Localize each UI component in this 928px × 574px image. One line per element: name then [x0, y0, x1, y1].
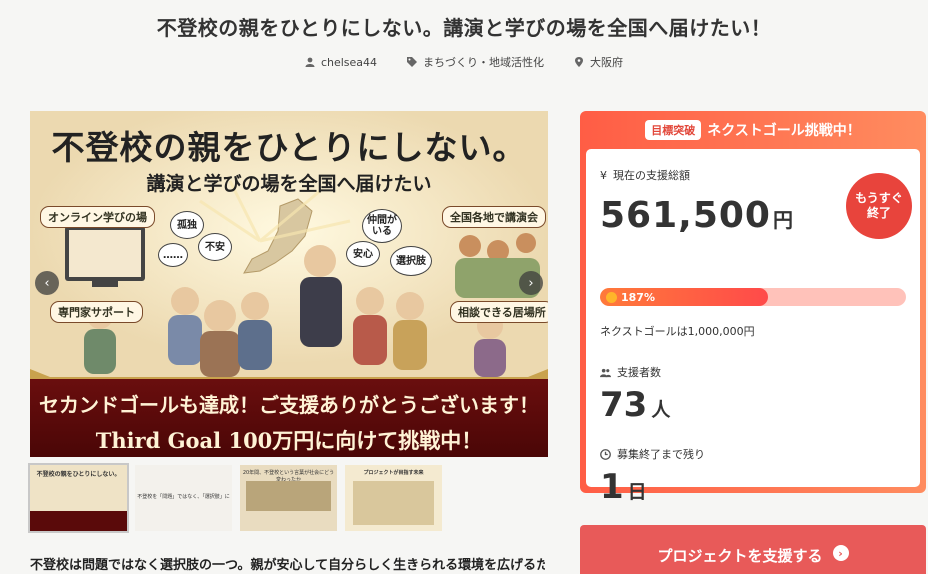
- remaining-label-text: 募集終了まで残り: [617, 448, 705, 461]
- ending-soon-line1: もうすぐ: [855, 191, 903, 205]
- total-amount-unit: 円: [772, 208, 794, 232]
- author-link[interactable]: chelsea44: [305, 54, 377, 70]
- banner-line1: セカンドゴールも達成！ご支援ありがとうございます！: [39, 393, 539, 417]
- chevron-left-icon: ‹: [44, 275, 50, 291]
- label-expert: 専門家サポート: [50, 301, 143, 323]
- banner-line2: Third Goal 100万円に向けて挑戦中！: [95, 428, 483, 453]
- supporters-unit: 人: [651, 399, 671, 421]
- clock-icon: [600, 448, 611, 460]
- thumbnail-illustration: [353, 481, 434, 525]
- thumbnail-illustration: [246, 481, 331, 511]
- thumbnail-4[interactable]: プロジェクトが目指す未来: [345, 465, 442, 531]
- remaining-days: 1日: [600, 467, 647, 507]
- bubble-choice: 選択肢: [390, 246, 432, 276]
- bubble-anxiety: 不安: [198, 233, 232, 261]
- carousel-prev-button[interactable]: ‹: [35, 271, 59, 295]
- thumbnail-strip: 不登校の親をひとりにしない。 不登校を「問題」ではなく、「選択肢」に 20年間、…: [28, 463, 442, 533]
- project-meta: chelsea44 まちづくり・地域活性化 大阪府: [0, 54, 928, 70]
- supporters-value: 73: [600, 385, 648, 425]
- people-icon: [600, 368, 611, 377]
- hero-banner: セカンドゴールも達成！ご支援ありがとうございます！ Third Goal 100…: [30, 377, 548, 457]
- thumbnail-caption: 不登校の親をひとりにしない。: [36, 471, 121, 478]
- hero-title: 不登校の親をひとりにしない。: [51, 128, 527, 167]
- remaining-label: 募集終了まで残り: [600, 446, 705, 462]
- author-name: chelsea44: [320, 55, 378, 69]
- thumbnail-3[interactable]: 20年間、不登校という言葉が社会にどう変わったか: [240, 465, 337, 531]
- bubble-loneliness: 孤独: [170, 211, 204, 239]
- supporters-label: 支援者数: [600, 364, 661, 380]
- yen-icon: ¥: [600, 168, 607, 182]
- supporters-count: 73 人: [600, 385, 670, 425]
- flame-icon: [606, 291, 617, 303]
- total-amount-value: 561,500: [600, 195, 771, 236]
- card-header: 目標突破 ネクストゴール挑戦中！: [586, 111, 920, 149]
- label-online: オンライン学びの場: [40, 206, 155, 228]
- progress-fill: 187%: [600, 288, 769, 306]
- next-goal-text: ネクストゴールは1,000,000円: [600, 325, 755, 338]
- funding-card: 目標突破 ネクストゴール挑戦中！ ¥ 現在の支援総額 561,500 円 もうすぐ…: [580, 111, 926, 507]
- bubble-ellipsis: ……: [158, 243, 188, 267]
- map-pin-icon: [575, 57, 584, 67]
- next-goal-heading: ネクストゴール挑戦中！: [707, 123, 861, 139]
- label-place: 相談できる居場所: [450, 301, 548, 323]
- thumbnail-1[interactable]: 不登校の親をひとりにしない。: [28, 463, 129, 533]
- thumbnail-caption: プロジェクトが目指す未来: [363, 470, 424, 476]
- category-link[interactable]: まちづくり・地域活性化: [407, 54, 544, 70]
- supporters-label-text: 支援者数: [617, 366, 661, 379]
- support-button-label: プロジェクトを支援する: [657, 547, 823, 565]
- thumbnail-banner: [30, 511, 127, 531]
- ending-soon-badge: もうすぐ 終了: [846, 173, 912, 239]
- page-title: 不登校の親をひとりにしない。講演と学びの場を全国へ届けたい！: [156, 16, 772, 40]
- label-nationwide: 全国各地で講演会: [442, 206, 546, 228]
- location-link[interactable]: 大阪府: [574, 54, 623, 70]
- remaining-unit: 日: [627, 481, 647, 503]
- hero-subtitle: 講演と学びの場を全国へ届けたい: [146, 173, 432, 195]
- chevron-right-icon: ›: [528, 275, 534, 291]
- total-label: ¥ 現在の支援総額: [600, 167, 690, 183]
- thumbnail-2[interactable]: 不登校を「問題」ではなく、「選択肢」に: [135, 465, 232, 531]
- chevron-right-circle-icon: ›: [832, 545, 849, 561]
- hero-image[interactable]: 不登校の親をひとりにしない。 講演と学びの場を全国へ届けたい オンライン学びの場…: [30, 111, 548, 457]
- tag-icon: [407, 57, 418, 67]
- progress-bar: 187%: [600, 288, 906, 306]
- support-project-button[interactable]: プロジェクトを支援する ›: [580, 525, 926, 574]
- card-body: ¥ 現在の支援総額 561,500 円 もうすぐ 終了 187% ネクストゴールは1…: [586, 149, 920, 507]
- progress-percent: 187%: [621, 290, 655, 304]
- ending-soon-line2: 終了: [866, 206, 891, 220]
- bubble-friends: 仲間がいる: [362, 209, 402, 243]
- goal-achieved-badge: 目標突破: [645, 120, 702, 140]
- user-icon: [305, 57, 315, 67]
- total-label-text: 現在の支援総額: [613, 169, 690, 182]
- remaining-value: 1: [600, 467, 624, 507]
- bubble-relief: 安心: [346, 241, 380, 267]
- carousel-next-button[interactable]: ›: [519, 271, 543, 295]
- location-name: 大阪府: [590, 56, 624, 69]
- total-amount: 561,500 円: [600, 195, 794, 236]
- category-name: まちづくり・地域活性化: [423, 56, 545, 69]
- thumbnail-caption: 不登校を「問題」ではなく、「選択肢」に: [137, 494, 230, 500]
- project-intro: 不登校は問題ではなく選択肢の一つ。親が安心して自分らしく生きられる環境を広げるた: [30, 558, 545, 573]
